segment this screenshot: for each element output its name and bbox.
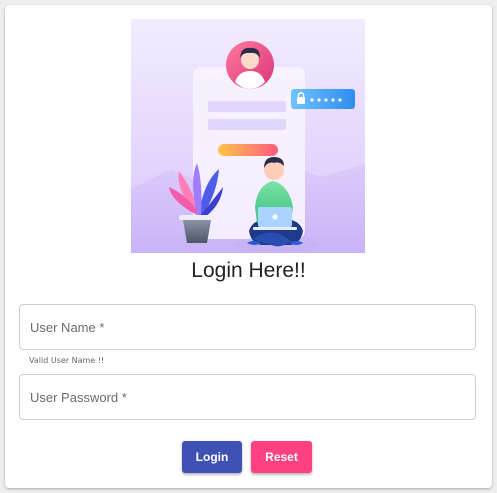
login-card: Login Here!! Valid User Name !! Login Re… bbox=[5, 5, 492, 488]
avatar-icon bbox=[226, 41, 274, 89]
reset-button[interactable]: Reset bbox=[251, 441, 312, 473]
username-field[interactable] bbox=[19, 304, 476, 350]
lock-icon bbox=[291, 89, 355, 109]
password-field[interactable] bbox=[19, 374, 476, 420]
laptop-icon bbox=[253, 207, 297, 230]
page-title: Login Here!! bbox=[191, 259, 306, 282]
login-button[interactable]: Login bbox=[182, 441, 242, 473]
username-input[interactable] bbox=[20, 305, 475, 349]
login-illustration bbox=[131, 19, 365, 253]
password-input[interactable] bbox=[20, 375, 475, 419]
username-helper-text: Valid User Name !! bbox=[29, 356, 105, 365]
